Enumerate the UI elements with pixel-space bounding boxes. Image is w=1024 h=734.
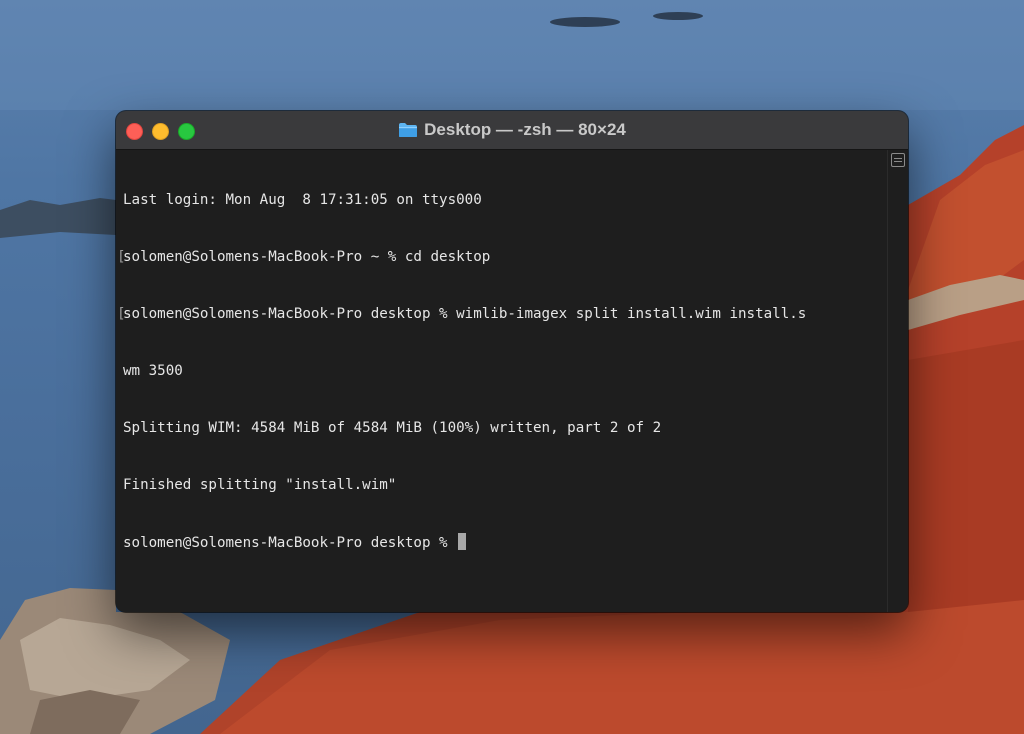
window-title: Desktop — -zsh — 80×24 [424, 120, 626, 139]
terminal-prompt: solomen@Solomens-MacBook-Pro desktop % [123, 535, 457, 551]
text-cursor [458, 533, 467, 550]
terminal-line: [solomen@Solomens-MacBook-Pro ~ % cd des… [117, 248, 894, 267]
scrollbar[interactable] [887, 150, 908, 612]
folder-icon [399, 123, 418, 137]
terminal-line: Finished splitting "install.wim" [123, 476, 888, 495]
terminal-line-text: Splitting WIM: 4584 MiB of 4584 MiB (100… [123, 420, 662, 436]
terminal-prompt-line[interactable]: solomen@Solomens-MacBook-Pro desktop % [123, 533, 888, 552]
terminal-line-text: Finished splitting "install.wim" [123, 477, 397, 493]
mark-bracket-left: [ [117, 249, 126, 265]
terminal-line-text: wm 3500 [123, 363, 183, 379]
terminal-line: Last login: Mon Aug 8 17:31:05 on ttys00… [123, 191, 888, 210]
window-title-group: Desktop — -zsh — 80×24 [116, 111, 908, 149]
terminal-line: wm 3500 [123, 362, 888, 381]
terminal-line-text: solomen@Solomens-MacBook-Pro desktop % w… [123, 306, 807, 322]
terminal-line: [solomen@Solomens-MacBook-Pro desktop % … [117, 305, 894, 324]
terminal-line-text: Last login: Mon Aug 8 17:31:05 on ttys00… [123, 192, 482, 208]
split-pane-icon[interactable] [891, 153, 905, 167]
terminal-window[interactable]: Desktop — -zsh — 80×24 Last login: Mon A… [116, 111, 908, 612]
mark-bracket-left: [ [117, 306, 126, 322]
terminal-line: Splitting WIM: 4584 MiB of 4584 MiB (100… [123, 419, 888, 438]
terminal-line-text: solomen@Solomens-MacBook-Pro ~ % cd desk… [123, 249, 491, 265]
terminal-output[interactable]: Last login: Mon Aug 8 17:31:05 on ttys00… [116, 150, 894, 612]
title-bar[interactable]: Desktop — -zsh — 80×24 [116, 111, 908, 150]
